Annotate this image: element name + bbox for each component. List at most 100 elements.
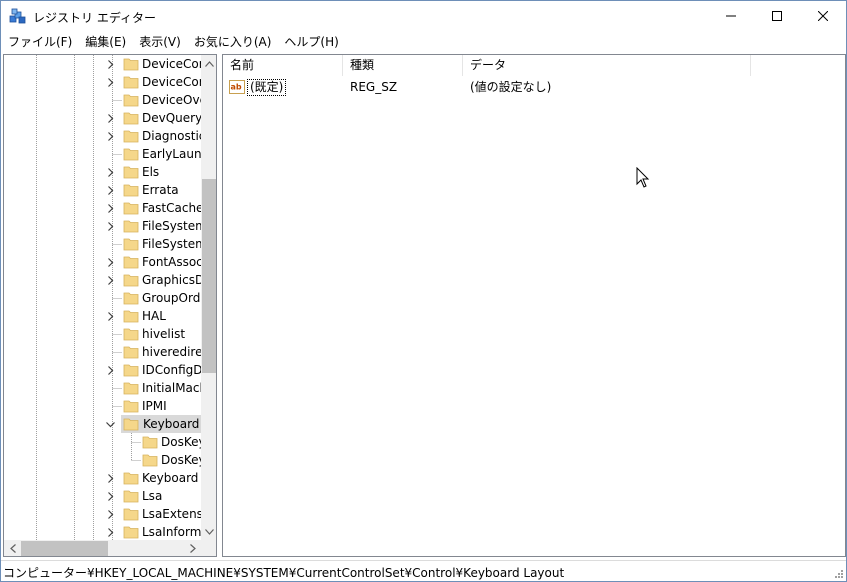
folder-icon xyxy=(123,328,139,341)
minimize-button[interactable] xyxy=(708,1,754,31)
column-header-name[interactable]: 名前 xyxy=(223,55,343,76)
tree-item[interactable]: IDConfigDB xyxy=(4,361,204,379)
collapsed-toggle[interactable] xyxy=(104,165,116,179)
tree-item[interactable]: hivelist xyxy=(4,325,204,343)
collapsed-toggle[interactable] xyxy=(104,255,116,269)
tree-item[interactable]: DosKeybIDs xyxy=(4,451,204,469)
collapsed-toggle[interactable] xyxy=(104,309,116,323)
tree-item[interactable]: InitialMachineConfig xyxy=(4,379,204,397)
tree-item[interactable]: Diagnostics xyxy=(4,127,204,145)
tree-item-label: GroupOrderList xyxy=(142,291,204,305)
tree-item[interactable]: LsaExtensionConfig xyxy=(4,505,204,523)
tree-item-label: DeviceContainerPropertyUpdateEvents xyxy=(142,75,204,89)
tree-item[interactable]: Keyboard Layouts xyxy=(4,469,204,487)
chevron-right-icon xyxy=(107,113,113,123)
tree-horizontal-scrollbar[interactable] xyxy=(4,540,201,556)
maximize-icon xyxy=(772,11,782,21)
tree-item[interactable]: Errata xyxy=(4,181,204,199)
scroll-right-button[interactable] xyxy=(184,540,201,556)
folder-icon xyxy=(123,76,139,89)
chevron-right-icon xyxy=(107,365,113,375)
title-bar[interactable]: レジストリ エディター xyxy=(1,1,846,31)
scroll-left-button[interactable] xyxy=(4,540,21,556)
collapsed-toggle[interactable] xyxy=(104,363,116,377)
tree-item[interactable]: EarlyLaunch xyxy=(4,145,204,163)
chevron-left-icon xyxy=(9,544,16,553)
scroll-down-button[interactable] xyxy=(201,523,216,540)
tree-item-label: hivelist xyxy=(142,327,186,341)
chevron-right-icon xyxy=(107,473,113,483)
vertical-scroll-thumb[interactable] xyxy=(202,179,216,373)
chevron-right-icon xyxy=(107,185,113,195)
tree-item[interactable]: DeviceOverrides xyxy=(4,91,204,109)
tree-item[interactable]: HAL xyxy=(4,307,204,325)
tree-item-label: Errata xyxy=(142,183,179,197)
horizontal-scroll-thumb[interactable] xyxy=(21,541,108,556)
chevron-right-icon xyxy=(107,491,113,501)
menu-help[interactable]: ヘルプ(H) xyxy=(277,32,344,52)
tree-item[interactable]: DeviceContainerPropertyUpdateEvents xyxy=(4,73,204,91)
tree-item-label: LsaExtensionConfig xyxy=(142,507,204,521)
tree-item[interactable]: GraphicsDrivers xyxy=(4,271,204,289)
chevron-right-icon xyxy=(107,221,113,231)
collapsed-toggle[interactable] xyxy=(104,183,116,197)
tree-item-label: Keyboard Layout xyxy=(142,416,204,432)
collapsed-toggle[interactable] xyxy=(104,471,116,485)
collapsed-toggle[interactable] xyxy=(104,201,116,215)
scroll-up-button[interactable] xyxy=(201,55,216,72)
collapsed-toggle[interactable] xyxy=(104,111,116,125)
tree-item-label: DeviceOverrides xyxy=(142,93,204,107)
maximize-button[interactable] xyxy=(754,1,800,31)
chevron-right-icon xyxy=(107,131,113,141)
tree-item[interactable]: FontAssoc xyxy=(4,253,204,271)
collapsed-toggle[interactable] xyxy=(104,219,116,233)
value-name-cell[interactable]: ab (既定) xyxy=(227,78,343,97)
column-header-data[interactable]: データ xyxy=(463,55,751,76)
collapsed-toggle[interactable] xyxy=(104,57,116,71)
menu-favorites[interactable]: お気に入り(A) xyxy=(187,32,278,52)
close-button[interactable] xyxy=(800,1,846,31)
tree-item[interactable]: LsaInformation xyxy=(4,523,204,541)
tree-item[interactable]: Els xyxy=(4,163,204,181)
collapsed-toggle[interactable] xyxy=(104,75,116,89)
tree-item[interactable]: GroupOrderList xyxy=(4,289,204,307)
svg-text:ab: ab xyxy=(231,83,242,92)
tree-item[interactable]: DosKeybCodes xyxy=(4,433,204,451)
menu-file[interactable]: ファイル(F) xyxy=(1,32,78,52)
tree-item-label: DeviceContainers xyxy=(142,57,204,71)
tree-item-label: Els xyxy=(142,165,160,179)
menu-bar: ファイル(F) 編集(E) 表示(V) お気に入り(A) ヘルプ(H) xyxy=(1,32,846,52)
value-list-pane[interactable]: 名前 種類 データ ab (既定) REG_SZ (値の設定なし) xyxy=(222,54,846,557)
folder-icon xyxy=(123,418,139,431)
collapsed-toggle[interactable] xyxy=(104,489,116,503)
chevron-down-icon xyxy=(205,528,214,535)
tree-item-label: Lsa xyxy=(142,489,163,503)
menu-edit[interactable]: 編集(E) xyxy=(78,32,132,52)
key-tree-pane[interactable]: DeviceContainers DeviceContainerPropertyU… xyxy=(3,54,217,557)
tree-item-label: FastCache xyxy=(142,201,204,215)
folder-icon xyxy=(123,58,139,71)
folder-icon xyxy=(123,364,139,377)
tree-item[interactable]: DeviceContainers xyxy=(4,55,204,73)
menu-view[interactable]: 表示(V) xyxy=(132,32,187,52)
tree-item[interactable]: hiveredirectionlist xyxy=(4,343,204,361)
tree-item[interactable]: FileSystemUtilities xyxy=(4,235,204,253)
tree-item[interactable]: Keyboard Layout xyxy=(4,415,205,433)
tree-item[interactable]: Lsa xyxy=(4,487,204,505)
collapsed-toggle[interactable] xyxy=(104,273,116,287)
column-header-type[interactable]: 種類 xyxy=(343,55,463,76)
tree-vertical-scrollbar[interactable] xyxy=(201,55,216,540)
tree-item[interactable]: DevQuery xyxy=(4,109,204,127)
tree-item[interactable]: IPMI xyxy=(4,397,204,415)
tree-item[interactable]: FileSystem xyxy=(4,217,204,235)
minimize-icon xyxy=(726,15,736,17)
collapsed-toggle[interactable] xyxy=(104,525,116,539)
tree-item-label: HAL xyxy=(142,309,166,323)
resize-grip-icon[interactable] xyxy=(832,569,844,581)
collapsed-toggle[interactable] xyxy=(104,129,116,143)
value-row[interactable]: ab (既定) REG_SZ (値の設定なし) xyxy=(223,78,845,97)
expanded-toggle[interactable] xyxy=(104,417,116,431)
value-data: (値の設定なし) xyxy=(470,80,552,94)
tree-item[interactable]: FastCache xyxy=(4,199,204,217)
collapsed-toggle[interactable] xyxy=(104,507,116,521)
